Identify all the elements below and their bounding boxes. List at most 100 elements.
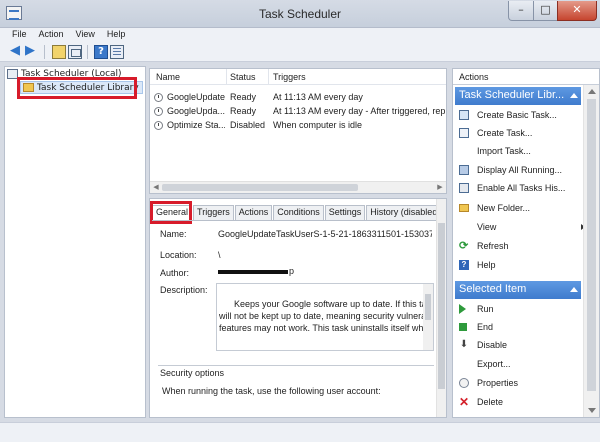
blank-icon — [459, 359, 469, 369]
action-label: View — [477, 222, 497, 232]
location-value: \ — [218, 250, 221, 260]
action-label: Disable — [477, 340, 508, 350]
section-header-label: Task Scheduler Libr... — [459, 89, 565, 101]
help-icon: ? — [459, 260, 469, 270]
security-options-text: When running the task, use the following… — [162, 386, 381, 396]
security-options-group: Security options When running the task, … — [158, 365, 434, 405]
scroll-left-icon[interactable]: ◀ — [150, 182, 162, 193]
table-row[interactable]: GoogleUpda... Ready At 11:13 AM every da… — [150, 106, 446, 118]
section-header-selected-item[interactable]: Selected Item — [455, 281, 581, 299]
help-icon[interactable]: ? — [94, 45, 108, 59]
column-name[interactable]: Name — [156, 72, 180, 82]
actions-pane: Actions Task Scheduler Libr... Create Ba… — [452, 68, 600, 418]
task-icon — [154, 121, 163, 130]
toolbar-separator — [87, 45, 88, 59]
tab-history[interactable]: History (disabled) — [366, 205, 445, 220]
security-options-title: Security options — [160, 368, 225, 378]
task-triggers: At 11:13 AM every day - After triggered,… — [273, 106, 445, 116]
enable-history-icon — [459, 183, 469, 193]
action-label: Refresh — [477, 241, 509, 251]
scrollbar-thumb[interactable] — [438, 223, 445, 389]
redacted-author — [218, 270, 288, 274]
horizontal-scrollbar[interactable]: ◀ ▶ — [150, 181, 446, 193]
console-tree-pane: Task Scheduler (Local) Task Scheduler Li… — [4, 66, 146, 418]
refresh-icon: ⟳ — [459, 240, 469, 252]
action-create-task[interactable]: Create Task... — [459, 125, 532, 141]
toolbar-separator — [44, 45, 45, 59]
description-label: Description: — [160, 285, 208, 295]
details-vertical-scrollbar[interactable] — [436, 199, 446, 417]
column-separator — [268, 69, 269, 85]
action-new-folder[interactable]: New Folder... — [459, 200, 530, 216]
column-triggers[interactable]: Triggers — [273, 72, 306, 82]
general-tab-content: Name: GoogleUpdateTaskUserS-1-5-21-18633… — [152, 220, 438, 405]
action-delete[interactable]: ✕ Delete — [459, 394, 503, 410]
action-label: Display All Running... — [477, 165, 563, 175]
create-basic-task-icon — [459, 110, 469, 120]
action-disable[interactable]: ⬇ Disable — [459, 337, 507, 353]
maximize-button[interactable]: □ — [533, 1, 558, 21]
tab-actions[interactable]: Actions — [234, 205, 273, 220]
action-run[interactable]: Run — [459, 301, 494, 317]
scroll-down-icon[interactable] — [588, 408, 596, 413]
section-header-task-scheduler-library[interactable]: Task Scheduler Libr... — [455, 87, 581, 105]
table-row[interactable]: GoogleUpdate... Ready At 11:13 AM every … — [150, 92, 446, 104]
author-label: Author: — [160, 268, 190, 278]
column-separator — [226, 69, 227, 85]
run-icon — [459, 304, 466, 314]
task-triggers: At 11:13 AM every day — [273, 92, 363, 102]
scrollbar-thumb[interactable] — [587, 99, 596, 391]
task-icon — [154, 107, 163, 116]
tab-conditions[interactable]: Conditions — [273, 205, 324, 220]
menu-action[interactable]: Action — [33, 28, 70, 42]
scroll-up-icon[interactable] — [588, 89, 596, 94]
description-scrollbar[interactable] — [423, 284, 433, 350]
name-label: Name: — [160, 229, 187, 239]
back-arrow-icon[interactable]: ◀ — [10, 44, 24, 59]
action-enable-history[interactable]: Enable All Tasks His... — [459, 180, 565, 196]
action-import-task[interactable]: Import Task... — [459, 143, 531, 159]
action-properties[interactable]: Properties — [459, 375, 518, 391]
disable-icon: ⬇ — [459, 339, 469, 350]
menu-view[interactable]: View — [70, 28, 101, 42]
action-view[interactable]: View — [459, 219, 587, 235]
scroll-right-icon[interactable]: ▶ — [434, 182, 446, 193]
action-help[interactable]: ? Help — [459, 257, 496, 273]
action-label: Help — [477, 260, 496, 270]
action-label: Import Task... — [477, 146, 531, 156]
menu-file[interactable]: File — [6, 28, 33, 42]
table-row[interactable]: Optimize Sta... Disabled When computer i… — [150, 120, 446, 132]
action-label: Properties — [477, 378, 519, 388]
task-details-pane: General Triggers Actions Conditions Sett… — [149, 198, 447, 418]
blank-icon — [459, 146, 469, 156]
properties-icon — [459, 378, 469, 388]
up-folder-icon[interactable] — [52, 45, 66, 59]
name-value: GoogleUpdateTaskUserS-1-5-21-1863311501-… — [218, 229, 432, 239]
action-refresh[interactable]: ⟳ Refresh — [459, 238, 509, 254]
action-end[interactable]: End — [459, 319, 493, 335]
tab-triggers[interactable]: Triggers — [193, 205, 234, 220]
collapse-icon[interactable] — [570, 287, 578, 292]
task-status: Ready — [230, 106, 257, 116]
properties-icon[interactable] — [110, 45, 124, 59]
action-label: End — [477, 322, 494, 332]
actions-vertical-scrollbar[interactable] — [583, 85, 599, 417]
column-status[interactable]: Status — [230, 72, 256, 82]
menu-help[interactable]: Help — [101, 28, 132, 42]
action-label: Run — [477, 304, 494, 314]
action-display-all-running[interactable]: Display All Running... — [459, 162, 562, 178]
action-label: Export... — [477, 359, 511, 369]
end-icon — [459, 323, 467, 331]
minimize-button[interactable]: – — [508, 1, 534, 21]
action-create-basic-task[interactable]: Create Basic Task... — [459, 107, 557, 123]
menu-bar: File Action View Help — [0, 28, 600, 42]
folder-icon — [459, 204, 469, 212]
tab-settings[interactable]: Settings — [324, 205, 366, 220]
task-status: Disabled — [230, 120, 266, 130]
collapse-icon[interactable] — [570, 93, 578, 98]
forward-arrow-icon[interactable]: ▶ — [25, 44, 39, 59]
scrollbar-thumb[interactable] — [162, 184, 358, 191]
close-button[interactable]: ✕ — [557, 1, 597, 21]
show-hide-console-tree-icon[interactable] — [68, 45, 82, 59]
action-export[interactable]: Export... — [459, 356, 511, 372]
